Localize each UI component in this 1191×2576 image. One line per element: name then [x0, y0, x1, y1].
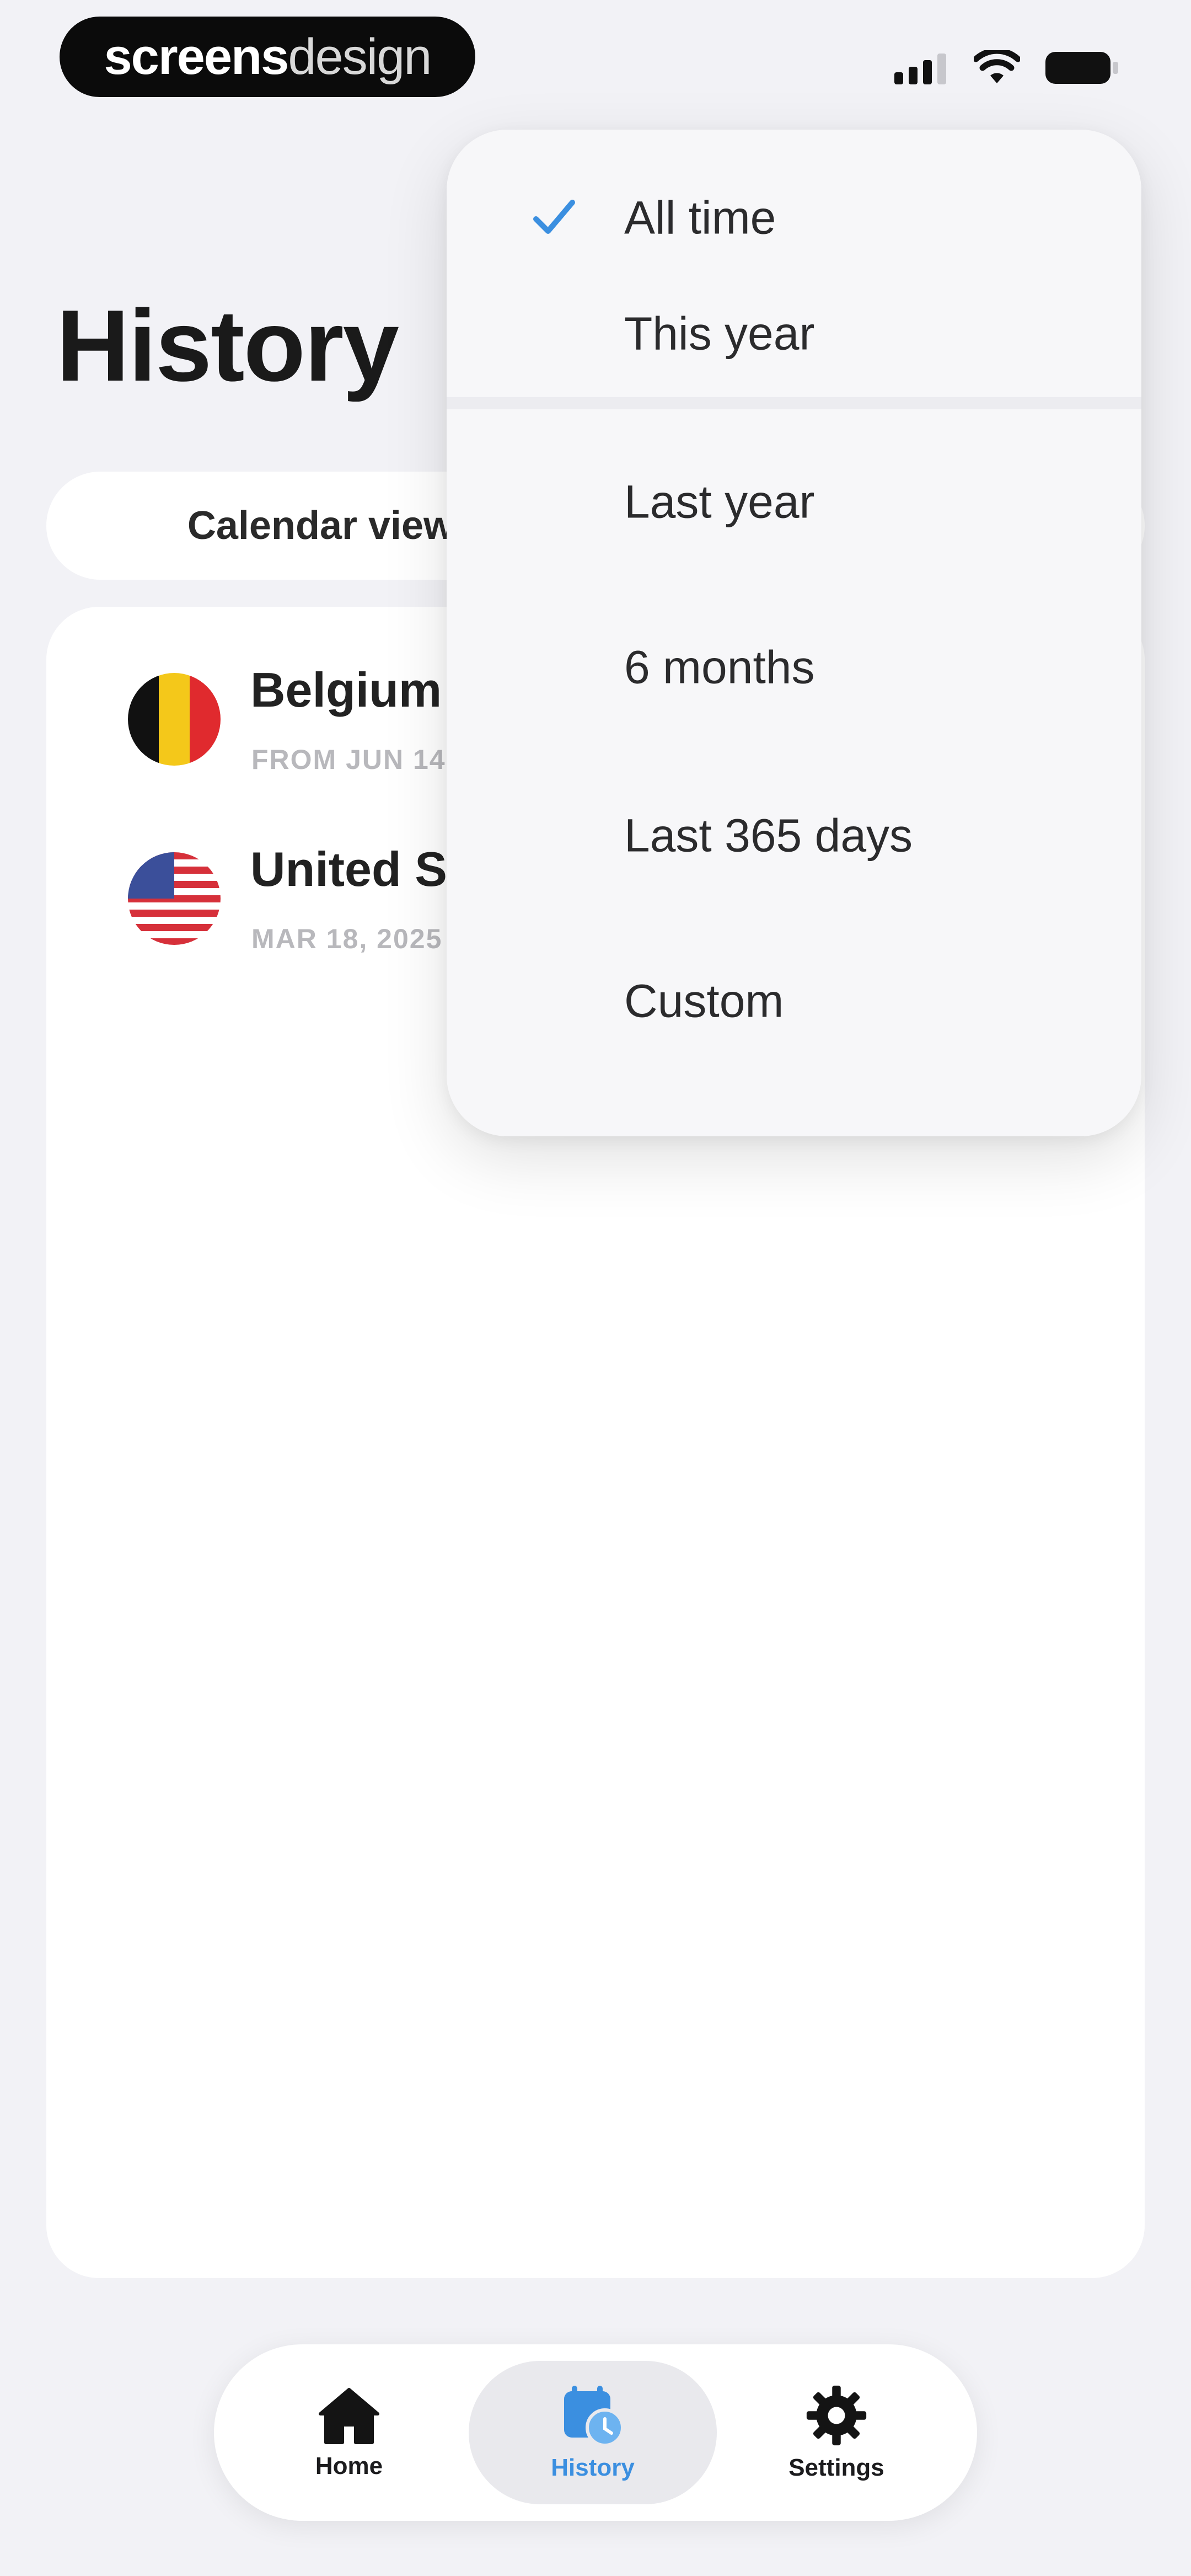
checkmark-icon — [533, 200, 575, 234]
usa-flag-icon — [128, 852, 221, 945]
menu-item-this-year[interactable]: This year — [447, 279, 1141, 389]
menu-item-label: Last year — [624, 475, 815, 528]
wifi-icon — [974, 50, 1020, 83]
time-range-menu: All time This year Last year 6 months La… — [447, 130, 1141, 1136]
cellular-signal-icon — [894, 54, 946, 84]
menu-item-custom[interactable]: Custom — [447, 946, 1141, 1056]
menu-item-label: This year — [624, 307, 815, 360]
menu-item-6-months[interactable]: 6 months — [447, 612, 1141, 723]
tab-settings-label: Settings — [788, 2454, 884, 2481]
trip-dates: FROM JUN 14 — [251, 744, 446, 775]
menu-item-last-year[interactable]: Last year — [447, 447, 1141, 557]
menu-item-label: Last 365 days — [624, 809, 913, 862]
trip-country: Belgium — [250, 662, 442, 717]
tab-history-label: History — [551, 2454, 635, 2481]
menu-item-label: Custom — [624, 975, 784, 1027]
battery-icon — [1045, 52, 1118, 84]
menu-item-label: 6 months — [624, 641, 815, 693]
brand-logo-part1: screens — [104, 28, 289, 85]
tab-home-label: Home — [315, 2452, 383, 2479]
brand-logo-part2: design — [288, 28, 432, 85]
menu-separator — [447, 397, 1141, 409]
menu-item-all-time[interactable]: All time — [447, 163, 1141, 273]
belgium-flag-icon — [128, 673, 221, 766]
menu-item-label: All time — [624, 191, 776, 244]
tab-bar: Home History Settings — [214, 2344, 977, 2521]
calendar-clock-icon — [564, 2386, 624, 2447]
brand-logo: screens design — [60, 17, 475, 97]
tab-history[interactable]: History — [469, 2361, 717, 2504]
status-icons — [894, 43, 1119, 93]
page-title: History — [56, 288, 399, 402]
menu-item-last-365-days[interactable]: Last 365 days — [447, 781, 1141, 891]
trip-dates: MAR 18, 2025 - — [251, 923, 462, 954]
tab-home[interactable]: Home — [225, 2361, 473, 2504]
gear-icon — [806, 2385, 867, 2446]
tab-settings[interactable]: Settings — [712, 2361, 961, 2504]
segment-calendar-view-label: Calendar view — [187, 504, 455, 548]
home-icon — [319, 2388, 379, 2444]
